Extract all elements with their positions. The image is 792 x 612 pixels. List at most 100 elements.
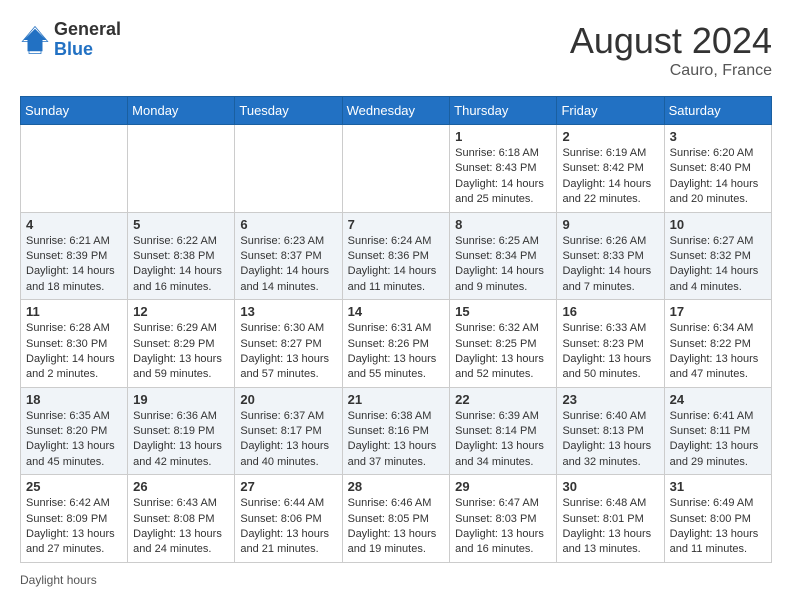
day-number: 25 — [26, 479, 122, 494]
day-info: Sunrise: 6:18 AM Sunset: 8:43 PM Dayligh… — [455, 146, 551, 208]
day-info: Sunrise: 6:24 AM Sunset: 8:36 PM Dayligh… — [348, 234, 445, 296]
calendar-cell: 21 Sunrise: 6:38 AM Sunset: 8:16 PM Dayli… — [342, 387, 450, 475]
day-info: Sunrise: 6:30 AM Sunset: 8:27 PM Dayligh… — [240, 321, 336, 383]
day-number: 4 — [26, 217, 122, 232]
day-number: 24 — [670, 392, 766, 407]
day-number: 12 — [133, 304, 229, 319]
day-number: 27 — [240, 479, 336, 494]
calendar-cell — [235, 125, 342, 213]
day-info: Sunrise: 6:34 AM Sunset: 8:22 PM Dayligh… — [670, 321, 766, 383]
day-info: Sunrise: 6:28 AM Sunset: 8:30 PM Dayligh… — [26, 321, 122, 383]
day-info: Sunrise: 6:23 AM Sunset: 8:37 PM Dayligh… — [240, 234, 336, 296]
page-header: General Blue August 2024 Cauro, France — [20, 20, 772, 80]
calendar-cell: 8Sunrise: 6:25 AM Sunset: 8:34 PM Daylig… — [450, 212, 557, 300]
calendar-cell: 27Sunrise: 6:44 AM Sunset: 8:06 PM Dayli… — [235, 475, 342, 563]
calendar-cell: 29Sunrise: 6:47 AM Sunset: 8:03 PM Dayli… — [450, 475, 557, 563]
day-number: 21 — [348, 392, 445, 407]
day-info: Sunrise: 6:22 AM Sunset: 8:38 PM Dayligh… — [133, 234, 229, 296]
day-info: Sunrise: 6:49 AM Sunset: 8:00 PM Dayligh… — [670, 496, 766, 558]
calendar-cell: 12 Sunrise: 6:29 AM Sunset: 8:29 PM Dayli… — [128, 300, 235, 388]
day-number: 20 — [240, 392, 336, 407]
calendar-cell: 2 Sunrise: 6:19 AM Sunset: 8:42 PM Daylig… — [557, 125, 664, 213]
calendar-week-1: 1 Sunrise: 6:18 AM Sunset: 8:43 PM Daylig… — [21, 125, 772, 213]
day-info: Sunrise: 6:41 AM Sunset: 8:11 PM Dayligh… — [670, 409, 766, 471]
calendar-cell: 23Sunrise: 6:40 AM Sunset: 8:13 PM Dayli… — [557, 387, 664, 475]
day-info: Sunrise: 6:19 AM Sunset: 8:42 PM Dayligh… — [562, 146, 658, 208]
day-number: 15 — [455, 304, 551, 319]
day-info: Sunrise: 6:37 AM Sunset: 8:17 PM Dayligh… — [240, 409, 336, 471]
calendar-cell: 5 Sunrise: 6:22 AM Sunset: 8:38 PM Daylig… — [128, 212, 235, 300]
day-number: 31 — [670, 479, 766, 494]
day-number: 26 — [133, 479, 229, 494]
day-number: 18 — [26, 392, 122, 407]
calendar-cell: 11 Sunrise: 6:28 AM Sunset: 8:30 PM Dayli… — [21, 300, 128, 388]
logo: General Blue — [20, 20, 121, 60]
day-number: 17 — [670, 304, 766, 319]
daylight-label: Daylight hours — [20, 573, 97, 587]
logo-icon — [20, 25, 50, 55]
day-info: Sunrise: 6:38 AM Sunset: 8:16 PM Dayligh… — [348, 409, 445, 471]
calendar-cell — [128, 125, 235, 213]
calendar-cell: 3Sunrise: 6:20 AM Sunset: 8:40 PM Daylig… — [664, 125, 771, 213]
calendar-cell: 15 Sunrise: 6:32 AM Sunset: 8:25 PM Dayli… — [450, 300, 557, 388]
day-number: 16 — [562, 304, 658, 319]
title-block: August 2024 Cauro, France — [570, 20, 772, 80]
day-number: 9 — [562, 217, 658, 232]
day-number: 1 — [455, 129, 551, 144]
calendar-cell: 18Sunrise: 6:35 AM Sunset: 8:20 PM Dayli… — [21, 387, 128, 475]
calendar-cell: 17 Sunrise: 6:34 AM Sunset: 8:22 PM Dayli… — [664, 300, 771, 388]
day-info: Sunrise: 6:33 AM Sunset: 8:23 PM Dayligh… — [562, 321, 658, 383]
calendar-cell — [21, 125, 128, 213]
calendar-cell: 10Sunrise: 6:27 AM Sunset: 8:32 PM Dayli… — [664, 212, 771, 300]
day-number: 2 — [562, 129, 658, 144]
calendar-cell: 14 Sunrise: 6:31 AM Sunset: 8:26 PM Dayli… — [342, 300, 450, 388]
day-info: Sunrise: 6:29 AM Sunset: 8:29 PM Dayligh… — [133, 321, 229, 383]
day-number: 19 — [133, 392, 229, 407]
day-info: Sunrise: 6:20 AM Sunset: 8:40 PM Dayligh… — [670, 146, 766, 208]
calendar-cell: 13 Sunrise: 6:30 AM Sunset: 8:27 PM Dayli… — [235, 300, 342, 388]
day-number: 28 — [348, 479, 445, 494]
calendar-cell: 7Sunrise: 6:24 AM Sunset: 8:36 PM Daylig… — [342, 212, 450, 300]
day-info: Sunrise: 6:48 AM Sunset: 8:01 PM Dayligh… — [562, 496, 658, 558]
calendar-week-4: 18Sunrise: 6:35 AM Sunset: 8:20 PM Dayli… — [21, 387, 772, 475]
weekday-header-friday: Friday — [557, 97, 664, 125]
calendar-cell: 26 Sunrise: 6:43 AM Sunset: 8:08 PM Dayli… — [128, 475, 235, 563]
day-number: 5 — [133, 217, 229, 232]
logo-text: General Blue — [54, 20, 121, 60]
calendar-cell — [342, 125, 450, 213]
day-number: 22 — [455, 392, 551, 407]
calendar-cell: 19Sunrise: 6:36 AM Sunset: 8:19 PM Dayli… — [128, 387, 235, 475]
day-info: Sunrise: 6:39 AM Sunset: 8:14 PM Dayligh… — [455, 409, 551, 471]
day-number: 14 — [348, 304, 445, 319]
day-info: Sunrise: 6:27 AM Sunset: 8:32 PM Dayligh… — [670, 234, 766, 296]
weekday-header-sunday: Sunday — [21, 97, 128, 125]
calendar-cell: 31 Sunrise: 6:49 AM Sunset: 8:00 PM Dayli… — [664, 475, 771, 563]
calendar-cell: 6 Sunrise: 6:23 AM Sunset: 8:37 PM Daylig… — [235, 212, 342, 300]
calendar-week-5: 25 Sunrise: 6:42 AM Sunset: 8:09 PM Dayli… — [21, 475, 772, 563]
day-info: Sunrise: 6:42 AM Sunset: 8:09 PM Dayligh… — [26, 496, 122, 558]
day-info: Sunrise: 6:31 AM Sunset: 8:26 PM Dayligh… — [348, 321, 445, 383]
calendar-table: SundayMondayTuesdayWednesdayThursdayFrid… — [20, 96, 772, 563]
calendar-cell: 30Sunrise: 6:48 AM Sunset: 8:01 PM Dayli… — [557, 475, 664, 563]
weekday-header-thursday: Thursday — [450, 97, 557, 125]
day-info: Sunrise: 6:26 AM Sunset: 8:33 PM Dayligh… — [562, 234, 658, 296]
day-info: Sunrise: 6:40 AM Sunset: 8:13 PM Dayligh… — [562, 409, 658, 471]
weekday-header-row: SundayMondayTuesdayWednesdayThursdayFrid… — [21, 97, 772, 125]
calendar-cell: 22 Sunrise: 6:39 AM Sunset: 8:14 PM Dayli… — [450, 387, 557, 475]
day-number: 11 — [26, 304, 122, 319]
day-info: Sunrise: 6:47 AM Sunset: 8:03 PM Dayligh… — [455, 496, 551, 558]
month-year: August 2024 — [570, 20, 772, 62]
calendar-cell: 28 Sunrise: 6:46 AM Sunset: 8:05 PM Dayli… — [342, 475, 450, 563]
day-number: 6 — [240, 217, 336, 232]
day-number: 13 — [240, 304, 336, 319]
calendar-cell: 25 Sunrise: 6:42 AM Sunset: 8:09 PM Dayli… — [21, 475, 128, 563]
location: Cauro, France — [570, 62, 772, 80]
calendar-week-2: 4 Sunrise: 6:21 AM Sunset: 8:39 PM Daylig… — [21, 212, 772, 300]
weekday-header-wednesday: Wednesday — [342, 97, 450, 125]
logo-blue: Blue — [54, 39, 93, 59]
day-info: Sunrise: 6:43 AM Sunset: 8:08 PM Dayligh… — [133, 496, 229, 558]
day-info: Sunrise: 6:46 AM Sunset: 8:05 PM Dayligh… — [348, 496, 445, 558]
calendar-cell: 9 Sunrise: 6:26 AM Sunset: 8:33 PM Daylig… — [557, 212, 664, 300]
day-info: Sunrise: 6:32 AM Sunset: 8:25 PM Dayligh… — [455, 321, 551, 383]
day-info: Sunrise: 6:21 AM Sunset: 8:39 PM Dayligh… — [26, 234, 122, 296]
